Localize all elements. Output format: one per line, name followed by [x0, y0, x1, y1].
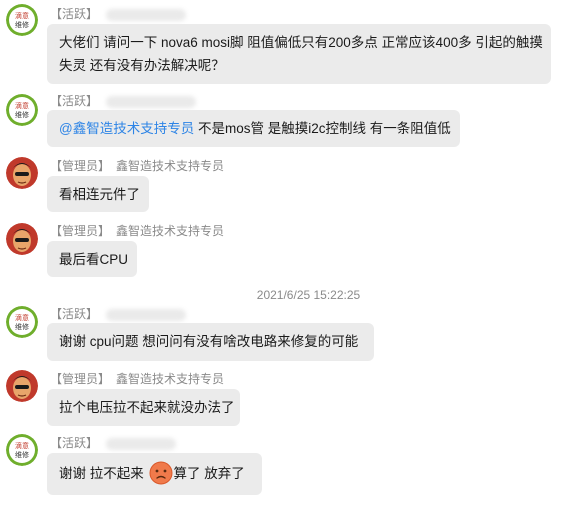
blurred-nickname	[106, 437, 177, 450]
avatar[interactable]	[6, 370, 38, 402]
message-bubble[interactable]: 最后看CPU	[47, 241, 137, 277]
logo-line-1: 滴意	[15, 313, 29, 322]
sender-nickname: 鑫智造技术支持专员	[116, 372, 225, 386]
message-bubble[interactable]: 谢谢 cpu问题 想问问有没有啥改电路来修复的可能	[47, 323, 374, 361]
avatar[interactable]	[6, 157, 38, 189]
message-line: 失灵 还有没有办法解决呢？	[59, 58, 225, 73]
sad-face-emoji-icon	[149, 461, 173, 485]
sender-meta: 【活跃】	[50, 93, 197, 109]
sender-meta: 【管理员】 鑫智造技术支持专员	[50, 223, 224, 239]
timestamp-divider: 2021/6/25 15:22:25	[256, 288, 361, 302]
message-text: 算了 放弃了	[173, 466, 245, 481]
message-text: 不是mos管 是触摸i2c控制线 有一条阻值低	[194, 121, 451, 136]
message-text: 拉个电压拉不起来就没办法了	[59, 400, 235, 415]
sender-nickname: 鑫智造技术支持专员	[116, 159, 225, 173]
logo-line-1: 滴意	[15, 101, 29, 110]
sender-meta: 【活跃】	[50, 6, 187, 22]
sender-role: 【管理员】	[50, 224, 111, 238]
message-bubble[interactable]: 看相连元件了	[47, 176, 149, 212]
avatar[interactable]: 滴意 维修	[6, 306, 38, 338]
sender-meta: 【管理员】 鑫智造技术支持专员	[50, 158, 224, 174]
sender-role: 【活跃】	[50, 307, 99, 321]
sender-role: 【管理员】	[50, 159, 111, 173]
admin-cartoon-icon	[6, 157, 38, 189]
logo-line-1: 滴意	[15, 11, 29, 20]
message-bubble[interactable]: @鑫智造技术支持专员 不是mos管 是触摸i2c控制线 有一条阻值低	[47, 110, 460, 147]
message-bubble[interactable]: 大佬们 请问一下 nova6 mosi脚 阻值偏低只有200多点 正常应该400…	[47, 24, 551, 84]
sender-meta: 【活跃】	[50, 435, 177, 451]
avatar[interactable]: 滴意 维修	[6, 94, 38, 126]
logo-line-2: 维修	[15, 322, 29, 331]
message-text: 看相连元件了	[59, 187, 140, 202]
logo-line-2: 维修	[15, 20, 29, 29]
avatar[interactable]	[6, 223, 38, 255]
blurred-nickname	[106, 308, 187, 321]
admin-cartoon-icon	[6, 223, 38, 255]
logo-line-2: 维修	[15, 450, 29, 459]
repair-shop-logo-icon: 滴意 维修	[6, 434, 38, 466]
blurred-nickname	[106, 8, 187, 21]
sender-meta: 【活跃】	[50, 306, 187, 322]
avatar[interactable]: 滴意 维修	[6, 4, 38, 36]
message-line: 大佬们 请问一下 nova6 mosi脚 阻值偏低只有200多点 正常应该400…	[59, 35, 543, 50]
message-text: 谢谢 拉不起来	[59, 466, 148, 481]
message-bubble[interactable]: 谢谢 拉不起来 算了 放弃了	[47, 453, 262, 495]
repair-shop-logo-icon: 滴意 维修	[6, 4, 38, 36]
sender-meta: 【管理员】 鑫智造技术支持专员	[50, 371, 224, 387]
blurred-nickname	[106, 95, 197, 108]
logo-line-2: 维修	[15, 110, 29, 119]
sender-nickname: 鑫智造技术支持专员	[116, 224, 225, 238]
repair-shop-logo-icon: 滴意 维修	[6, 306, 38, 338]
sender-role: 【活跃】	[50, 7, 99, 21]
admin-cartoon-icon	[6, 370, 38, 402]
sender-role: 【活跃】	[50, 436, 99, 450]
sender-role: 【活跃】	[50, 94, 99, 108]
avatar[interactable]: 滴意 维修	[6, 434, 38, 466]
message-bubble[interactable]: 拉个电压拉不起来就没办法了	[47, 389, 240, 426]
message-text: 谢谢 cpu问题 想问问有没有啥改电路来修复的可能	[59, 334, 359, 349]
mention-link[interactable]: @鑫智造技术支持专员	[59, 121, 194, 136]
logo-line-1: 滴意	[15, 441, 29, 450]
sender-role: 【管理员】	[50, 372, 111, 386]
repair-shop-logo-icon: 滴意 维修	[6, 94, 38, 126]
message-text: 最后看CPU	[59, 252, 129, 267]
